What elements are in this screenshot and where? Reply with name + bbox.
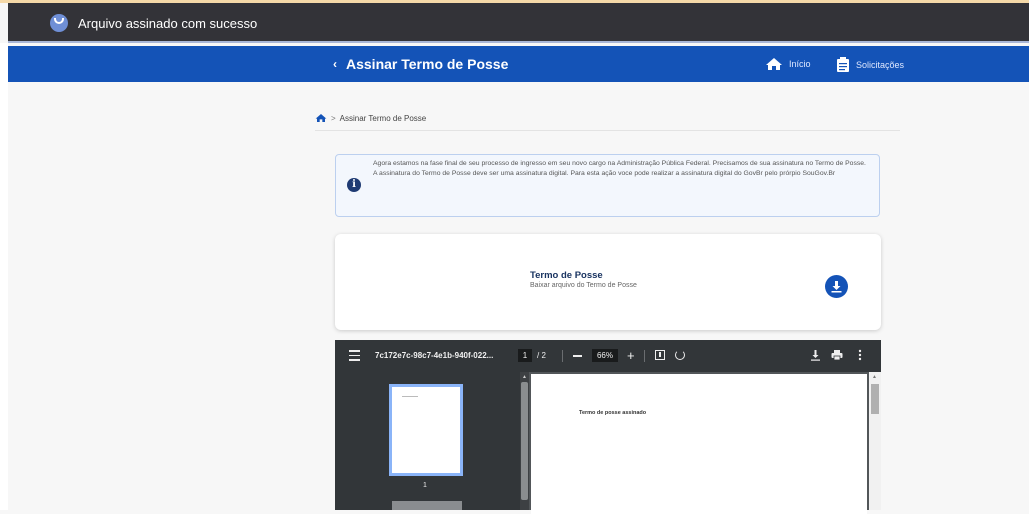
pdf-viewer: 7c172e7c-98c7-4e1b-940f-022... 1 / 2 66%… <box>335 340 881 514</box>
page-total: / 2 <box>537 351 546 360</box>
page-thumbnail[interactable] <box>392 501 462 510</box>
toast-message: Arquivo assinado com sucesso <box>78 15 258 31</box>
download-button[interactable] <box>825 275 848 298</box>
thumbnail-panel: 1 <box>335 372 520 510</box>
pdf-page: Termo de posse assinado <box>531 374 867 514</box>
divider <box>315 130 900 131</box>
nav-link-label: Solicitações <box>856 59 905 70</box>
download-icon <box>831 281 842 293</box>
info-message: i Agora estamos na fase final de seu pro… <box>335 154 880 217</box>
toast-progress <box>8 41 1029 43</box>
nav-link-inicio[interactable]: Início <box>765 57 811 71</box>
zoom-out-button[interactable] <box>573 355 582 357</box>
check-smile-icon <box>50 14 68 32</box>
fit-page-icon[interactable] <box>655 350 665 360</box>
card-subtitle: Baixar arquivo do Termo de Posse <box>530 282 637 289</box>
home-icon <box>766 58 782 70</box>
scroll-up-arrow-icon[interactable]: ▲ <box>872 374 877 380</box>
left-edge <box>0 43 8 510</box>
scrollbar-thumb[interactable] <box>521 382 528 500</box>
success-toast: Arquivo assinado com sucesso <box>8 3 1029 43</box>
top-navbar: ‹ Assinar Termo de Posse Início Solicita… <box>8 46 1029 82</box>
info-line: A assinatura do Termo de Posse deve ser … <box>373 169 836 177</box>
document-scrollbar[interactable]: ▲ <box>869 372 881 510</box>
pdf-filename: 7c172e7c-98c7-4e1b-940f-022... <box>375 351 494 360</box>
menu-icon[interactable] <box>349 350 360 361</box>
breadcrumb: > Assinar Termo de Posse <box>315 113 426 123</box>
more-vertical-icon[interactable] <box>858 349 862 361</box>
back-button[interactable]: ‹ <box>333 57 337 71</box>
pdf-toolbar: 7c172e7c-98c7-4e1b-940f-022... 1 / 2 66%… <box>335 340 881 372</box>
zoom-input[interactable]: 66% <box>592 349 618 362</box>
page-thumbnail[interactable] <box>389 384 463 476</box>
scrollbar-thumb[interactable] <box>871 384 879 414</box>
info-line: Agora estamos na fase final de seu proce… <box>373 160 866 167</box>
info-text: Agora estamos na fase final de seu proce… <box>373 159 871 178</box>
page-text: Termo de posse assinado <box>579 410 647 416</box>
page-number-input[interactable]: 1 <box>518 349 532 362</box>
card-title: Termo de Posse <box>530 270 603 281</box>
download-icon[interactable] <box>810 349 821 361</box>
home-icon[interactable] <box>315 113 327 123</box>
breadcrumb-separator: > <box>331 113 336 123</box>
zoom-in-button[interactable]: + <box>627 348 635 363</box>
termo-posse-card: Termo de Posse Baixar arquivo do Termo d… <box>335 234 881 330</box>
document-view: Termo de posse assinado ▲ <box>529 372 881 514</box>
page-title: Assinar Termo de Posse <box>346 56 509 72</box>
clipboard-icon <box>837 57 849 72</box>
nav-link-label: Início <box>789 59 811 69</box>
rotate-icon[interactable] <box>675 350 685 360</box>
toolbar-divider <box>562 350 563 362</box>
toolbar-divider <box>644 350 645 362</box>
breadcrumb-current: Assinar Termo de Posse <box>339 113 427 123</box>
thumbnail-number: 1 <box>423 482 427 489</box>
thumbnail-scrollbar[interactable]: ▲ <box>520 372 529 510</box>
scroll-up-arrow-icon[interactable]: ▲ <box>522 374 527 380</box>
print-icon[interactable] <box>831 349 843 361</box>
nav-link-solicitacoes[interactable]: Solicitações <box>836 57 904 72</box>
info-icon: i <box>347 178 361 192</box>
